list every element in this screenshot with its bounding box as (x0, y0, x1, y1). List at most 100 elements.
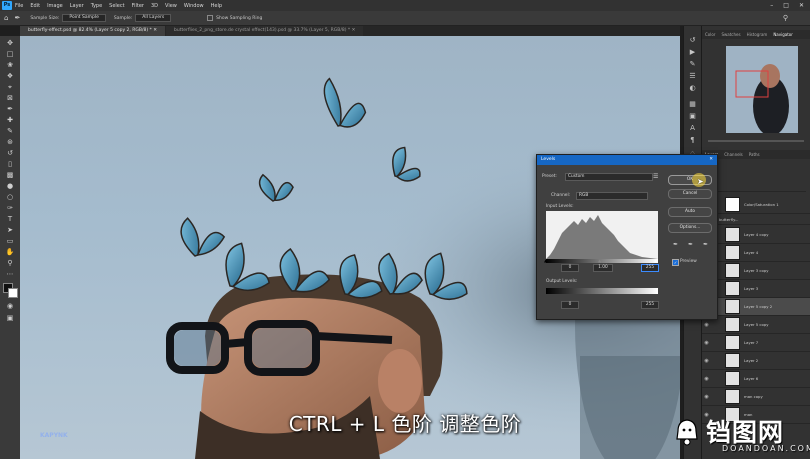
preset-select[interactable]: Custom (565, 173, 653, 181)
layer-row-adjustment[interactable]: ◉ Color/Saturation 1 (702, 196, 810, 214)
brush-settings-icon[interactable]: ✎ (688, 60, 697, 69)
output-levels-slider[interactable] (546, 288, 658, 294)
options-button[interactable]: Options... (668, 223, 712, 233)
zoom-tool-icon[interactable]: ⚲ (4, 259, 16, 268)
layer-row[interactable]: ◉ Layer 2 (702, 352, 810, 370)
input-black-field[interactable]: 0 (561, 264, 579, 272)
gamma-handle[interactable]: ▲ (598, 258, 601, 263)
menu-layer[interactable]: Layer (70, 3, 84, 9)
adjustments-icon[interactable]: ◐ (688, 84, 697, 93)
black-eyedropper-icon[interactable]: ✒ (673, 241, 678, 248)
layer-row[interactable]: ◉Layer 4 (702, 244, 810, 262)
eye-icon[interactable]: ◉ (702, 376, 711, 382)
eye-icon[interactable]: ◉ (702, 322, 711, 328)
quick-mask-icon[interactable]: ◉ (4, 302, 16, 311)
input-levels-slider[interactable] (546, 259, 658, 263)
preset-options-icon[interactable]: ☰ (653, 173, 658, 180)
background-color-swatch[interactable] (8, 288, 18, 298)
hand-tool-icon[interactable]: ✋ (4, 248, 16, 257)
frame-tool-icon[interactable]: ⊠ (4, 94, 16, 103)
close-icon[interactable]: ✕ (709, 155, 713, 165)
input-gamma-field[interactable]: 1.00 (593, 264, 613, 272)
black-point-handle[interactable]: ▲ (544, 258, 547, 263)
menu-3d[interactable]: 3D (151, 3, 158, 9)
screen-mode-icon[interactable]: ▣ (4, 314, 16, 323)
layer-row[interactable]: ◉ Layer 7 (702, 334, 810, 352)
tab-paths[interactable]: Paths (749, 150, 760, 159)
lasso-tool-icon[interactable]: ❀ (4, 61, 16, 70)
auto-button[interactable]: Auto (668, 207, 712, 217)
layer-row[interactable]: ◉ Layer 6 (702, 370, 810, 388)
search-icon[interactable]: ⚲ (783, 14, 788, 22)
tab-swatches[interactable]: Swatches (721, 30, 740, 39)
maximize-icon[interactable]: □ (783, 2, 789, 9)
menu-help[interactable]: Help (211, 3, 222, 9)
menu-select[interactable]: Select (109, 3, 124, 9)
cancel-button[interactable]: Cancel (668, 189, 712, 199)
layer-row[interactable]: ◉ man copy (702, 388, 810, 406)
character-icon[interactable]: A (688, 124, 697, 133)
preview-checkbox[interactable]: ✓ (672, 259, 679, 266)
quick-select-tool-icon[interactable]: ❖ (4, 72, 16, 81)
menu-edit[interactable]: Edit (30, 3, 40, 9)
eye-icon[interactable]: ◉ (702, 358, 711, 364)
navigator-zoom-slider[interactable] (708, 140, 804, 142)
eye-icon[interactable]: ◉ (702, 394, 711, 400)
tab-channels[interactable]: Channels (724, 150, 743, 159)
layer-row[interactable]: ◉ Layer 5 copy (702, 316, 810, 334)
properties-icon[interactable]: ☰ (688, 72, 697, 81)
menu-image[interactable]: Image (47, 3, 63, 9)
channel-select[interactable]: RGB (576, 192, 648, 200)
layer-row[interactable]: ◉Layer 5 copy 2 (702, 298, 810, 316)
styles-icon[interactable]: ▣ (688, 112, 697, 121)
tab-histogram[interactable]: Histogram (747, 30, 768, 39)
layer-row[interactable]: ◉Layer 4 copy (702, 226, 810, 244)
input-white-field[interactable]: 255 (641, 264, 659, 272)
layer-group-row[interactable]: ▸ butterfly... (702, 214, 810, 225)
shape-tool-icon[interactable]: ▭ (4, 237, 16, 246)
menu-file[interactable]: File (15, 3, 23, 9)
eyedropper-tool-icon[interactable]: ✒ (14, 14, 20, 22)
paragraph-icon[interactable]: ¶ (688, 136, 697, 145)
minimize-icon[interactable]: – (770, 2, 773, 9)
white-eyedropper-icon[interactable]: ✒ (703, 241, 708, 248)
output-white-field[interactable]: 255 (641, 301, 659, 309)
show-ring-checkbox[interactable] (207, 15, 214, 21)
sample-select[interactable]: All Layers (135, 14, 172, 22)
more-tools-icon[interactable]: ⋯ (4, 270, 16, 279)
eye-icon[interactable]: ◉ (702, 340, 711, 346)
eraser-tool-icon[interactable]: ▯ (4, 160, 16, 169)
menu-filter[interactable]: Filter (132, 3, 144, 9)
layer-filter-controls[interactable] (706, 163, 806, 192)
menu-view[interactable]: View (165, 3, 177, 9)
type-tool-icon[interactable]: T (4, 215, 16, 224)
history-brush-icon[interactable]: ↺ (4, 149, 16, 158)
home-icon[interactable]: ⌂ (4, 14, 8, 22)
gradient-tool-icon[interactable]: ▩ (4, 171, 16, 180)
output-black-field[interactable]: 0 (561, 301, 579, 309)
menu-window[interactable]: Window (184, 3, 204, 9)
healing-brush-icon[interactable]: ✚ (4, 116, 16, 125)
layer-row[interactable]: ◉Layer 3 copy (702, 262, 810, 280)
eyedropper-icon[interactable]: ✒ (4, 105, 16, 114)
pen-tool-icon[interactable]: ✑ (4, 204, 16, 213)
actions-icon[interactable]: ▶ (688, 48, 697, 57)
sample-size-select[interactable]: Point Sample (62, 14, 106, 22)
marquee-tool-icon[interactable]: □ (4, 50, 16, 59)
layer-row[interactable]: ◉Layer 3 (702, 280, 810, 298)
clone-stamp-icon[interactable]: ⊛ (4, 138, 16, 147)
tab-butterfly-effect[interactable]: butterfly-effect.psd @ 82.4% (Layer 5 co… (20, 26, 165, 36)
tab-color[interactable]: Color (705, 30, 715, 39)
tab-butterflies-png[interactable]: butterflies_2_png_store.de crystal effec… (166, 26, 364, 36)
history-icon[interactable]: ↺ (688, 36, 697, 45)
white-point-handle[interactable]: ▲ (654, 258, 657, 263)
dodge-tool-icon[interactable]: ○ (4, 193, 16, 202)
brush-tool-icon[interactable]: ✎ (4, 127, 16, 136)
path-select-icon[interactable]: ➤ (4, 226, 16, 235)
crop-tool-icon[interactable]: ⌖ (4, 83, 16, 92)
navigator-thumbnail[interactable] (726, 46, 798, 133)
move-tool-icon[interactable]: ✥ (4, 39, 16, 48)
menu-type[interactable]: Type (91, 3, 102, 9)
libraries-icon[interactable]: ▦ (688, 100, 697, 109)
close-icon[interactable]: ✕ (799, 2, 804, 9)
